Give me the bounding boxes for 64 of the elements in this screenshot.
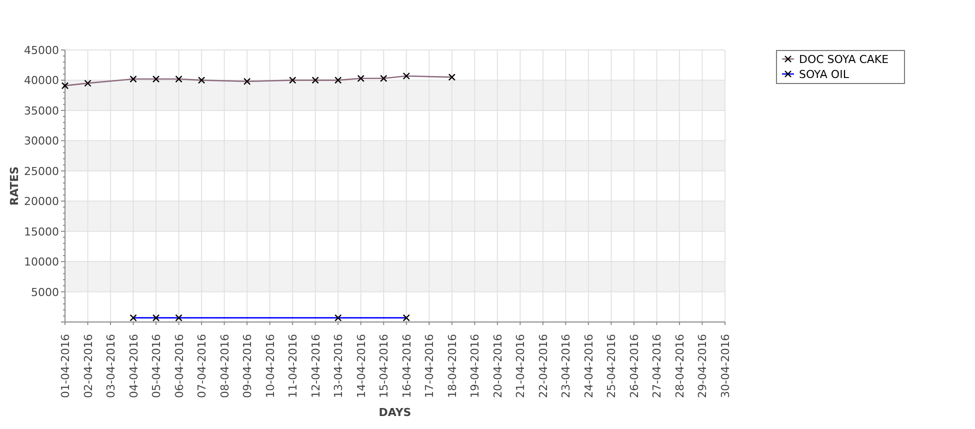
y-axis-title: RATES	[8, 166, 21, 206]
y-tick-label: 15000	[24, 225, 59, 238]
x-tick-label: 09-04-2016	[241, 334, 254, 398]
y-tick-label: 35000	[24, 104, 59, 118]
data-point-marker	[152, 75, 160, 83]
x-tick-label: 15-04-2016	[378, 334, 391, 398]
x-axis-title: DAYS	[378, 406, 412, 419]
y-tick-label: 30000	[24, 134, 59, 148]
data-point-marker	[402, 314, 410, 322]
data-point-marker	[198, 76, 206, 84]
x-tick-label: 04-04-2016	[127, 334, 140, 398]
y-tick-label: 45000	[24, 44, 59, 57]
legend-label: DOC SOYA CAKE	[799, 53, 889, 66]
x-tick-label: 05-04-2016	[150, 334, 164, 398]
data-point-marker	[357, 74, 364, 82]
y-tick-label: 20000	[24, 195, 59, 208]
data-point-marker	[84, 80, 92, 87]
x-tick-label: 20-04-2016	[491, 334, 504, 398]
data-point-marker	[130, 75, 137, 83]
x-tick-label: 14-04-2016	[354, 334, 368, 398]
y-tick-label: 25000	[24, 164, 59, 178]
data-point-marker	[334, 314, 342, 322]
x-tick-label: 12-04-2016	[309, 334, 322, 398]
x-tick-label: 07-04-2016	[196, 334, 209, 398]
data-point-marker	[288, 76, 296, 84]
data-point-marker	[175, 314, 182, 322]
data-point-marker	[380, 74, 388, 82]
x-tick-label: 17-04-2016	[423, 334, 436, 398]
data-point-marker	[334, 76, 342, 84]
x-tick-label: 21-04-2016	[514, 334, 528, 398]
x-tick-label: 13-04-2016	[332, 334, 346, 398]
y-tick-label: 40000	[24, 74, 59, 88]
data-point-marker	[61, 82, 69, 90]
x-tick-label: 23-04-2016	[560, 334, 573, 398]
x-tick-label: 08-04-2016	[218, 334, 232, 398]
x-tick-label: 19-04-2016	[468, 334, 482, 398]
data-point-marker	[175, 75, 182, 83]
legend-label: SOYA OIL	[799, 68, 849, 81]
y-tick-label: 10000	[24, 256, 59, 269]
x-tick-label: 16-04-2016	[400, 334, 414, 398]
x-tick-label: 03-04-2016	[104, 334, 118, 398]
x-tick-label: 25-04-2016	[605, 334, 618, 398]
x-tick-label: 22-04-2016	[536, 334, 550, 398]
x-tick-label: 24-04-2016	[582, 334, 596, 398]
x-tick-label: 06-04-2016	[172, 334, 186, 398]
x-tick-label: 02-04-2016	[82, 334, 95, 398]
x-tick-label: 10-04-2016	[264, 334, 277, 398]
data-point-marker	[448, 74, 456, 81]
x-tick-label: 28-04-2016	[673, 334, 686, 398]
data-point-marker	[312, 76, 319, 84]
x-tick-label: 29-04-2016	[696, 334, 710, 398]
x-tick-label: 18-04-2016	[446, 334, 459, 398]
x-tick-label: 11-04-2016	[286, 334, 300, 398]
data-point-marker	[152, 314, 160, 322]
data-point-marker	[243, 78, 251, 86]
x-tick-label: 26-04-2016	[628, 334, 641, 398]
x-tick-label: 30-04-2016	[719, 334, 732, 398]
legend-swatch-icon	[782, 70, 794, 78]
x-tick-label: 27-04-2016	[650, 334, 664, 398]
data-point-marker	[402, 72, 410, 80]
legend-swatch-icon	[782, 55, 794, 63]
data-point-marker	[130, 314, 137, 322]
y-tick-label: 5000	[31, 286, 59, 299]
x-tick-label: 01-04-2016	[59, 334, 72, 398]
